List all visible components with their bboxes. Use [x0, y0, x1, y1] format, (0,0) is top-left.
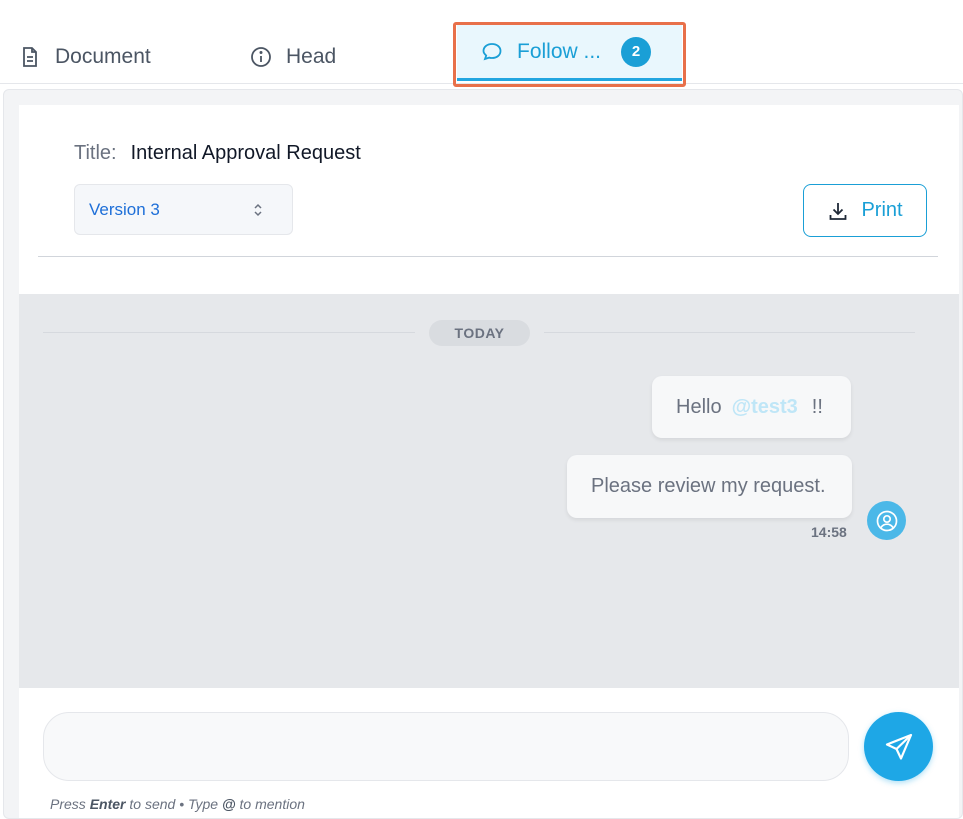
- tab-follow-up[interactable]: Follow ... 2: [457, 25, 682, 81]
- tab-document[interactable]: Document: [19, 38, 151, 76]
- message-bubble: Hello @test3 !!: [652, 376, 851, 438]
- send-button[interactable]: [864, 712, 933, 781]
- version-select[interactable]: Version 3: [74, 184, 293, 235]
- print-button[interactable]: Print: [803, 184, 927, 237]
- unread-count-badge: 2: [621, 36, 652, 67]
- date-separator: TODAY: [429, 320, 530, 346]
- document-icon: [19, 46, 41, 68]
- message-composer: Press Enter to send • Type @ to mention: [19, 688, 959, 818]
- tab-head-label: Head: [286, 45, 337, 68]
- version-select-value: Version 3: [89, 199, 160, 219]
- document-header-card: Title: Internal Approval Request Version…: [19, 105, 959, 295]
- message-input[interactable]: [43, 712, 849, 781]
- divider: [38, 256, 938, 257]
- avatar: [867, 501, 906, 540]
- tab-follow-up-label: Follow ...: [517, 39, 602, 63]
- tab-head[interactable]: Head: [250, 38, 336, 76]
- info-icon: [250, 46, 272, 68]
- date-separator-line-right: [544, 332, 915, 333]
- user-icon: [876, 510, 897, 531]
- user-mention[interactable]: @test3: [732, 396, 798, 419]
- follow-up-panel: Title: Internal Approval Request Version…: [3, 89, 963, 819]
- date-separator-line-left: [43, 332, 415, 333]
- title-value: Internal Approval Request: [130, 142, 361, 164]
- tab-bar: Document Head Follow ... 2: [0, 0, 963, 84]
- composer-hint: Press Enter to send • Type @ to mention: [50, 796, 305, 812]
- message-text: Please review my request.: [591, 475, 826, 497]
- title-label: Title:: [74, 142, 117, 164]
- message-text: Hello: [676, 395, 722, 418]
- print-button-label: Print: [861, 199, 903, 221]
- message-bubble: Please review my request.: [567, 455, 852, 518]
- document-title: Title: Internal Approval Request: [74, 142, 361, 165]
- message-timestamp: 14:58: [811, 524, 847, 540]
- chevron-up-down-icon: [252, 201, 264, 219]
- message-text: !!: [811, 395, 823, 418]
- tab-document-label: Document: [55, 45, 151, 68]
- send-icon: [885, 733, 912, 760]
- download-icon: [827, 200, 849, 222]
- chat-bubble-icon: [481, 41, 503, 63]
- message-list: TODAY Hello @test3 !! Please review my r…: [19, 294, 959, 688]
